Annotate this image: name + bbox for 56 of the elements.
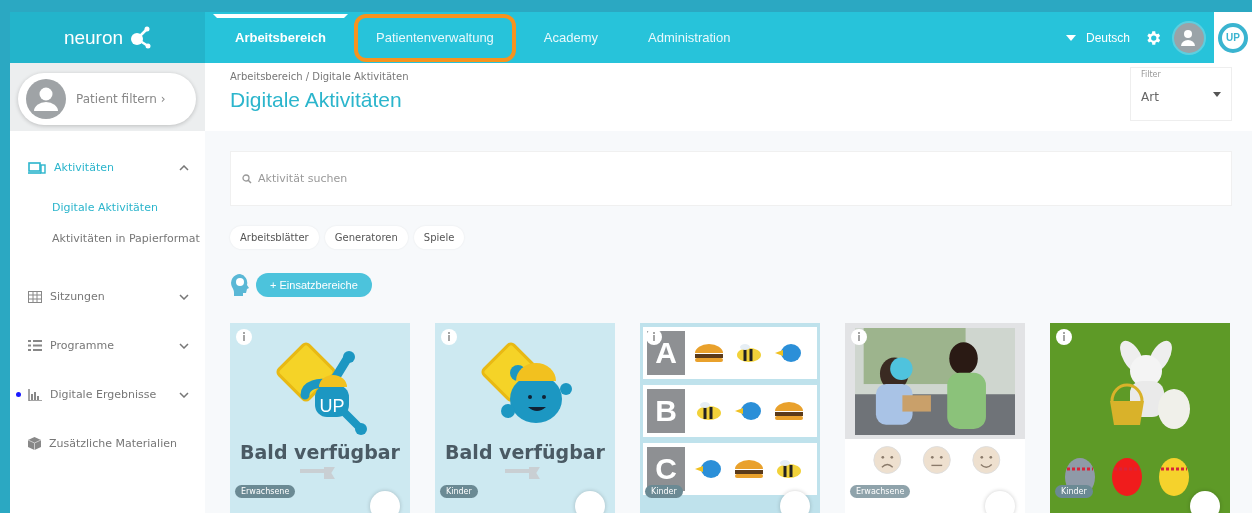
category-chip[interactable]: Generatoren <box>324 226 408 249</box>
logo-text[interactable]: neuron <box>63 26 124 49</box>
audience-tag: Kinder <box>440 485 478 498</box>
chevron-down-icon[interactable] <box>179 391 189 398</box>
activity-card[interactable]: Bald verfügbar Kinder <box>435 323 615 513</box>
nav-tab[interactable]: Academy <box>521 13 621 62</box>
mascot-drawing: UP <box>265 337 375 437</box>
breadcrumb: Arbeitsbereich / Digitale Aktivitäten <box>230 71 409 82</box>
list-icon <box>28 340 42 351</box>
sidebar-subitem[interactable]: Aktivitäten in Papierformat <box>52 223 205 254</box>
search-icon <box>242 174 252 184</box>
card-title: Bald verfügbar <box>445 441 605 463</box>
category-chip[interactable]: Spiele <box>413 226 465 249</box>
head-icon <box>230 273 250 297</box>
chevron-down-icon[interactable] <box>179 293 189 300</box>
sidebar-item[interactable]: Sitzungen <box>50 290 179 303</box>
audience-tag: Erwachsene <box>850 485 911 498</box>
filter-select[interactable]: Filter Art <box>1130 67 1232 121</box>
sidebar-item[interactable]: Programme <box>50 339 179 352</box>
info-icon[interactable] <box>441 329 457 345</box>
caret-down-icon[interactable] <box>1213 91 1221 97</box>
letter-label: B <box>647 389 685 433</box>
category-chip[interactable]: Arbeitsblätter <box>230 226 319 249</box>
action-button[interactable] <box>780 491 810 513</box>
devices-icon <box>28 161 46 174</box>
activity-card[interactable]: Kinder <box>1050 323 1230 513</box>
info-icon[interactable] <box>851 329 867 345</box>
bar-chart-icon <box>28 388 42 401</box>
areas-button[interactable]: + Einsatzbereiche <box>256 273 372 297</box>
info-icon[interactable] <box>646 329 662 345</box>
sidebar-item[interactable]: Aktivitäten <box>54 161 179 174</box>
patient-filter-button[interactable]: Patient filtern › <box>18 73 196 125</box>
person-avatar-icon <box>26 79 66 119</box>
chevron-up-icon[interactable] <box>179 164 189 171</box>
activity-card[interactable]: Erwachsene <box>845 323 1025 513</box>
search-field[interactable]: Aktivität suchen <box>230 151 1232 206</box>
sidebar-item[interactable]: Zusätzliche Materialien <box>49 437 189 450</box>
table-icon <box>28 290 42 303</box>
action-button[interactable] <box>1190 491 1220 513</box>
cube-icon <box>28 437 41 450</box>
info-icon[interactable] <box>1056 329 1072 345</box>
brand-logo[interactable]: UP <box>1214 12 1252 63</box>
card-title: Bald verfügbar <box>240 441 400 463</box>
activity-card[interactable]: UP Bald verfügbar Erwachsene <box>230 323 410 513</box>
audience-tag: Erwachsene <box>235 485 296 498</box>
nav-tab[interactable]: Administration <box>626 13 753 62</box>
audience-tag: Kinder <box>1055 485 1093 498</box>
audience-tag: Kinder <box>645 485 683 498</box>
language-selector[interactable]: Deutsch <box>1085 30 1130 45</box>
user-avatar-icon[interactable] <box>1172 20 1206 55</box>
page-title: Digitale Aktivitäten <box>230 88 403 112</box>
sidebar-item[interactable]: Digitale Ergebnisse <box>50 388 179 401</box>
info-icon[interactable] <box>236 329 252 345</box>
chevron-down-icon[interactable] <box>179 342 189 349</box>
activity-card[interactable]: A B C Kinder <box>640 323 820 513</box>
sidebar-subitem[interactable]: Digitale Aktivitäten <box>52 192 205 223</box>
